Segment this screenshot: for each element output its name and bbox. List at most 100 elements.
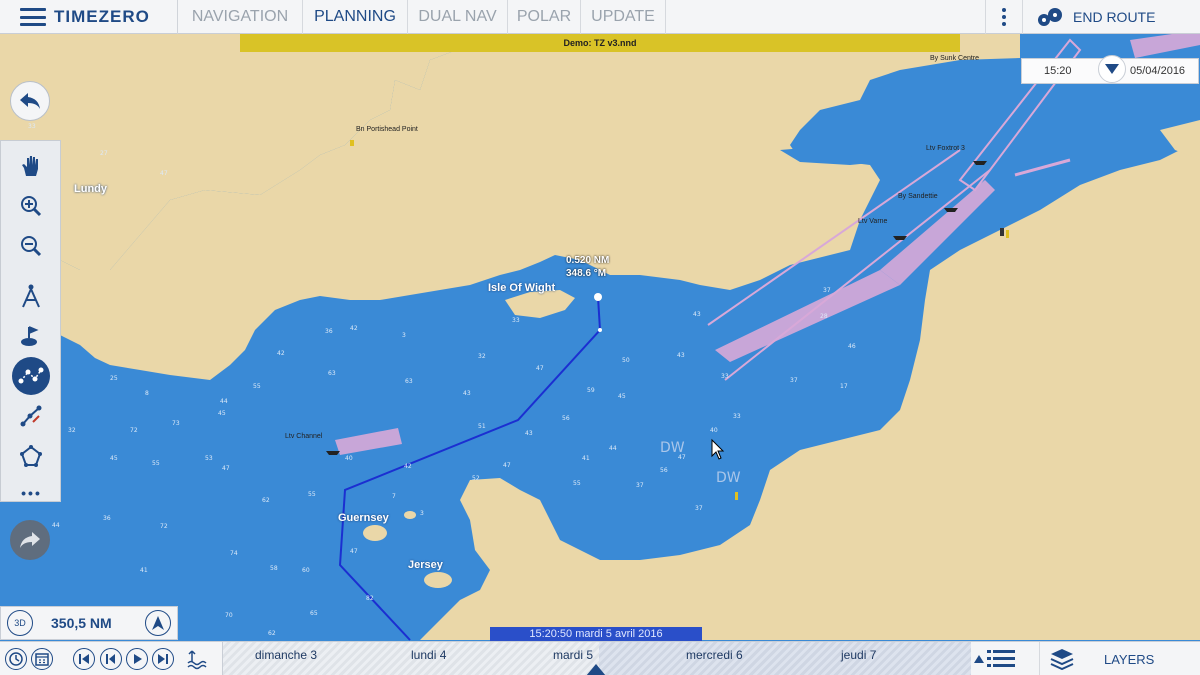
svg-text:33: 33 <box>733 413 741 420</box>
land-jersey <box>424 572 452 588</box>
chart-map[interactable]: 332747 36 4242 25844 556363 433247 595043… <box>0 0 1200 675</box>
svg-text:42: 42 <box>277 350 285 357</box>
left-toolbar: ••• <box>0 140 61 502</box>
skip-forward-button[interactable] <box>152 648 174 670</box>
calendar-icon <box>35 653 49 666</box>
route-leg-distance: 0.520 NM <box>566 255 610 266</box>
chart-time-label: 15:20:50 mardi 5 avril 2016 <box>490 627 702 641</box>
bottom-bar: dimanche 3 lundi 4 mardi 5 mercredi 6 je… <box>0 641 1200 675</box>
clock-button[interactable] <box>5 648 27 670</box>
tab-dual-nav[interactable]: DUAL NAV <box>408 0 508 34</box>
svg-text:47: 47 <box>222 465 230 472</box>
list-icon <box>987 650 1015 667</box>
svg-text:44: 44 <box>52 522 60 529</box>
svg-text:43: 43 <box>463 390 471 397</box>
layers-label: LAYERS <box>1104 651 1155 667</box>
route-tool-button[interactable] <box>12 357 50 395</box>
svg-text:43: 43 <box>525 430 533 437</box>
main-menu-button[interactable]: TIMEZERO <box>0 0 178 34</box>
tab-navigation[interactable]: NAVIGATION <box>178 0 303 34</box>
svg-text:51: 51 <box>478 423 486 430</box>
compass-divider-icon <box>22 284 40 308</box>
buoy-flag-icon <box>21 326 39 346</box>
list-expand-button[interactable] <box>974 649 1017 669</box>
nav-aid-label: By Sandettie <box>898 193 938 200</box>
svg-text:45: 45 <box>110 455 118 462</box>
timeline-marker[interactable] <box>586 664 606 675</box>
svg-text:32: 32 <box>68 427 76 434</box>
pan-tool-button[interactable] <box>12 147 50 185</box>
place-label-jersey: Jersey <box>408 559 443 571</box>
timeline-highlight <box>599 642 971 675</box>
time-display[interactable]: 15:20 05/04/2016 <box>1021 55 1199 84</box>
tab-planning[interactable]: PLANNING <box>303 0 408 34</box>
svg-text:55: 55 <box>573 480 581 487</box>
svg-text:47: 47 <box>350 548 358 555</box>
tab-update[interactable]: UPDATE <box>581 0 666 34</box>
route-leg-bearing: 348.6 °M <box>566 268 607 279</box>
redo-button[interactable] <box>10 520 50 560</box>
timeline-slider[interactable]: dimanche 3 lundi 4 mardi 5 mercredi 6 je… <box>222 642 971 675</box>
svg-text:56: 56 <box>562 415 570 422</box>
svg-text:52: 52 <box>472 475 480 482</box>
mark-tool-button[interactable] <box>12 317 50 355</box>
timeline-day: mardi 5 <box>553 648 594 662</box>
boundary-tool-button[interactable] <box>12 437 50 475</box>
svg-text:40: 40 <box>345 455 353 462</box>
svg-text:63: 63 <box>328 370 336 377</box>
north-up-button[interactable] <box>145 610 171 636</box>
svg-text:25: 25 <box>110 375 118 382</box>
route-tool-icon <box>18 367 44 384</box>
svg-text:65: 65 <box>310 610 318 617</box>
end-route-button[interactable]: END ROUTE <box>1022 0 1200 34</box>
place-label-guernsey: Guernsey <box>338 512 389 524</box>
svg-text:63: 63 <box>405 378 413 385</box>
svg-text:36: 36 <box>103 515 111 522</box>
svg-text:17: 17 <box>840 383 848 390</box>
zoom-in-icon <box>21 196 42 217</box>
svg-text:36: 36 <box>325 328 333 335</box>
svg-text:37: 37 <box>695 505 703 512</box>
polygon-icon <box>20 445 42 467</box>
tide-button[interactable] <box>186 648 212 670</box>
time-dropdown-button[interactable] <box>1098 55 1126 83</box>
route-icon <box>1038 8 1062 26</box>
svg-text:32: 32 <box>478 353 486 360</box>
hand-icon <box>22 156 38 176</box>
top-bar: TIMEZERO NAVIGATION PLANNING DUAL NAV PO… <box>0 0 1200 34</box>
undo-button[interactable] <box>10 81 50 121</box>
view-3d-button[interactable]: 3D <box>7 610 33 636</box>
step-back-icon <box>106 654 115 664</box>
zoom-out-icon <box>21 236 42 257</box>
undo-arrow-icon <box>20 93 40 109</box>
svg-text:44: 44 <box>609 445 617 452</box>
ruler-tool-button[interactable] <box>12 277 50 315</box>
svg-text:55: 55 <box>308 491 316 498</box>
svg-text:47: 47 <box>160 170 168 177</box>
route-edit-button[interactable] <box>12 397 50 435</box>
step-back-button[interactable] <box>100 648 122 670</box>
tide-wave-icon <box>187 650 207 670</box>
redo-arrow-icon <box>20 532 40 548</box>
dw-label: DW <box>660 440 685 456</box>
zoom-out-button[interactable] <box>12 227 50 265</box>
svg-text:42: 42 <box>404 463 412 470</box>
play-button[interactable] <box>126 648 148 670</box>
svg-text:37: 37 <box>823 287 831 294</box>
calendar-button[interactable] <box>31 648 53 670</box>
more-options-icon[interactable] <box>985 0 1021 34</box>
svg-text:70: 70 <box>225 612 233 619</box>
timeline-day: dimanche 3 <box>255 648 318 662</box>
svg-text:3: 3 <box>402 332 406 339</box>
svg-text:28: 28 <box>820 313 828 320</box>
tab-polar[interactable]: POLAR <box>508 0 581 34</box>
north-arrow-icon <box>152 616 164 630</box>
more-tools-icon[interactable]: ••• <box>1 485 62 501</box>
svg-text:45: 45 <box>218 410 226 417</box>
zoom-in-button[interactable] <box>12 187 50 225</box>
layers-button[interactable]: LAYERS <box>1039 642 1154 675</box>
svg-text:82: 82 <box>366 595 374 602</box>
skip-back-button[interactable] <box>73 648 95 670</box>
layers-icon <box>1050 649 1074 670</box>
up-triangle-icon <box>974 655 984 663</box>
